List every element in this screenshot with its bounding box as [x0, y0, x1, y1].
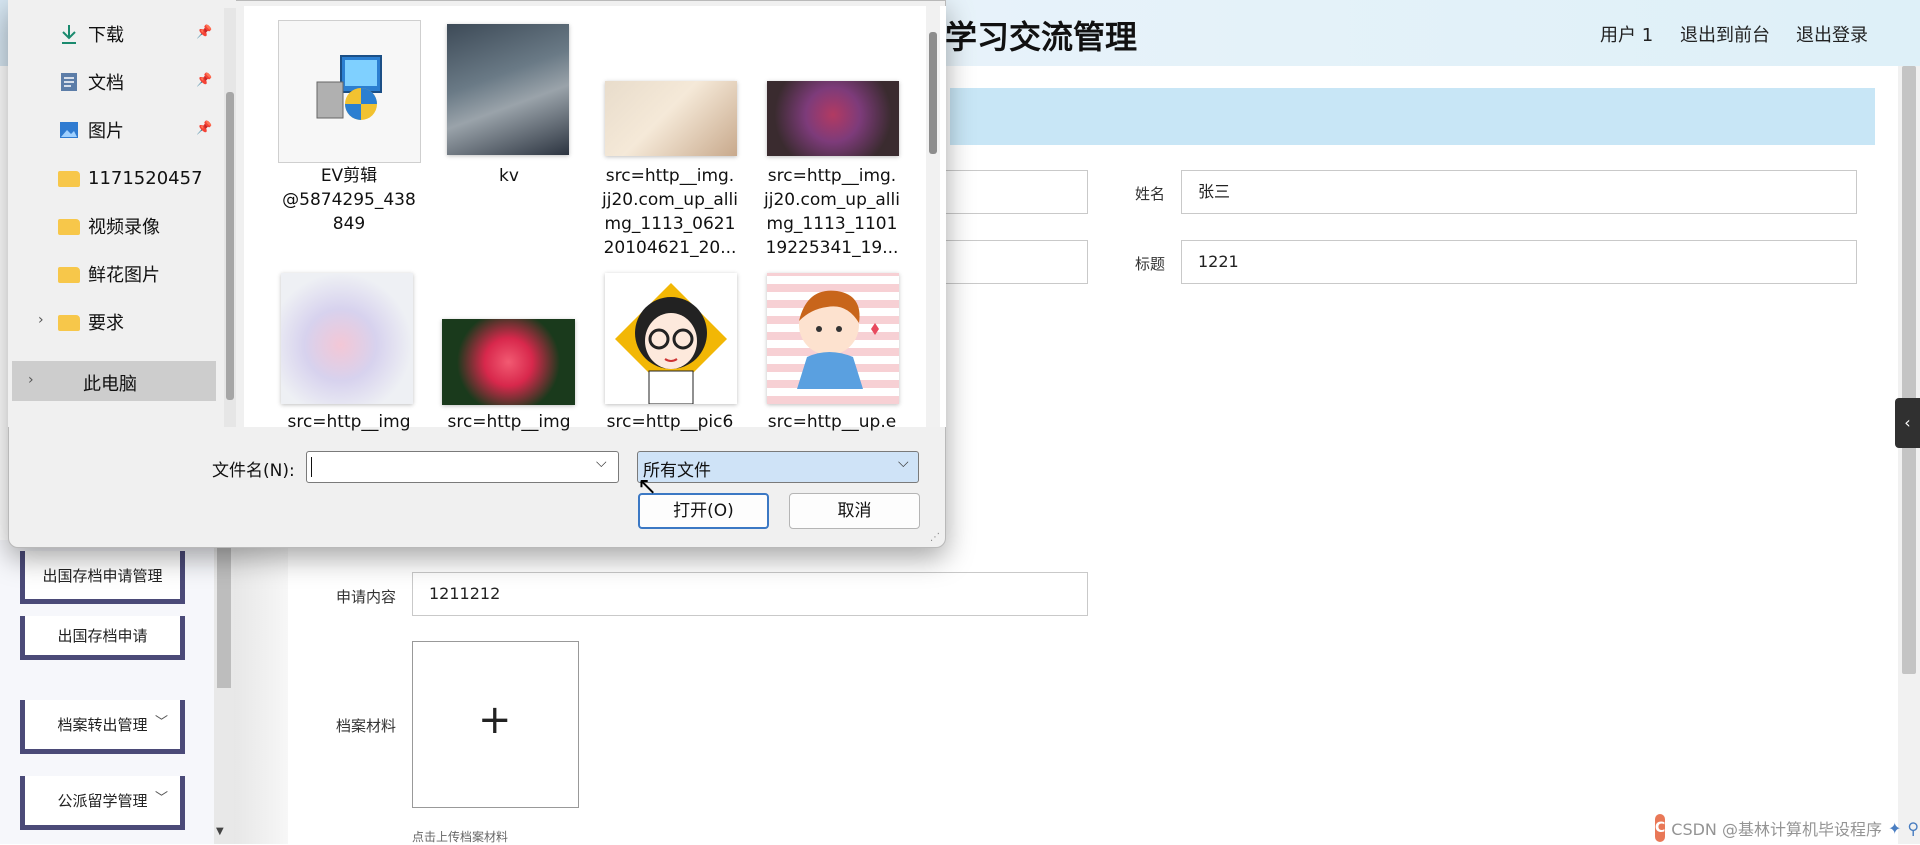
material-label: 档案材料: [336, 717, 397, 735]
folder-icon: [58, 219, 80, 235]
file-name[interactable]: kv: [436, 164, 582, 188]
file-name[interactable]: src=http__up.e: [759, 412, 905, 432]
title-label: 标题: [1135, 255, 1166, 273]
nav-item-label: 视频录像: [88, 217, 160, 238]
nav-item-folder[interactable]: 1171520457: [58, 163, 203, 193]
user-menu-link[interactable]: 用户 1: [1600, 21, 1653, 47]
watermark: C CSDN @基林计算机毕设程序 ✦⚲▦⊞: [1655, 812, 1920, 844]
download-icon: [62, 25, 76, 44]
file-name[interactable]: EV剪辑 @5874295_438 849: [276, 164, 422, 236]
this-pc-label: 此电脑: [83, 374, 137, 395]
plus-icon[interactable]: +: [478, 700, 512, 740]
watermark-text: CSDN @基林计算机毕设程序: [1671, 820, 1882, 839]
image-thumbnail[interactable]: [605, 273, 737, 405]
nav-item-label: 要求: [88, 313, 124, 334]
partial-field[interactable]: [940, 240, 1088, 284]
sidebar-scrollbar-thumb[interactable]: [217, 540, 231, 688]
mouse-cursor-icon: ↖: [637, 472, 658, 500]
nav-item-pictures[interactable]: 图片: [58, 115, 124, 145]
file-name[interactable]: src=http__img. jj20.com_up_alli mg_1113_…: [597, 164, 743, 260]
pictures-icon: [60, 122, 78, 138]
folder-icon: [58, 267, 80, 283]
file-list-scrollbar-thumb[interactable]: [929, 32, 937, 154]
nav-item-folder[interactable]: 要求: [58, 307, 124, 337]
sidebar-item-archive-apply[interactable]: 出国存档申请: [20, 616, 185, 660]
sidebar-item-label: 档案转出管理: [57, 716, 148, 734]
folder-icon: [58, 171, 80, 187]
pin-icon[interactable]: 📌: [196, 73, 212, 88]
name-field[interactable]: 张三: [1181, 170, 1857, 214]
page-title: 学习交流管理: [945, 18, 1138, 56]
nav-item-folder[interactable]: 鲜花图片: [58, 259, 160, 289]
content-label: 申请内容: [336, 588, 397, 606]
sidebar-item-archive-apply-management[interactable]: 出国存档申请管理: [20, 551, 185, 604]
document-icon: [61, 73, 77, 91]
image-thumbnail[interactable]: [447, 24, 569, 155]
sidebar-item-label: 出国存档申请管理: [42, 566, 163, 585]
csdn-logo-icon: C: [1655, 814, 1666, 842]
sidebar-item-label: 公派留学管理: [57, 792, 148, 810]
chevron-down-icon: ﹀: [154, 715, 168, 730]
nav-item-label: 下载: [88, 25, 124, 46]
filename-input[interactable]: [306, 451, 619, 483]
installer-icon: [316, 55, 382, 120]
chevron-down-icon[interactable]: ⌵: [596, 455, 607, 471]
scroll-down-arrow-icon[interactable]: ▼: [216, 826, 224, 837]
text-caret: [311, 457, 312, 477]
content-field[interactable]: 1211212: [412, 572, 1088, 616]
image-thumbnail[interactable]: [281, 273, 413, 404]
folder-icon: [58, 315, 80, 331]
form-header-band: [950, 88, 1875, 145]
name-label: 姓名: [1135, 185, 1166, 203]
collapse-panel-handle[interactable]: ‹: [1895, 398, 1920, 448]
open-button[interactable]: 打开(O): [638, 493, 769, 529]
file-name[interactable]: src=http__img. jj20.com_up_alli mg_1113_…: [759, 164, 905, 260]
image-thumbnail[interactable]: [605, 81, 737, 156]
nav-scrollbar-thumb[interactable]: [226, 92, 234, 400]
pin-icon[interactable]: 📌: [196, 25, 212, 40]
cancel-button[interactable]: 取消: [789, 493, 920, 529]
logout-link[interactable]: 退出登录: [1796, 21, 1868, 47]
nav-item-label: 图片: [88, 121, 124, 142]
cartoon-avatar-icon: [615, 283, 727, 405]
chevron-down-icon[interactable]: ⌵: [898, 455, 909, 471]
upload-hint: 点击上传档案材料: [412, 830, 509, 844]
resize-grip-icon[interactable]: ⋰: [930, 532, 940, 543]
file-name[interactable]: src=http__img: [436, 412, 582, 432]
exit-to-front-link[interactable]: 退出到前台: [1680, 21, 1770, 47]
nav-item-label: 鲜花图片: [88, 265, 160, 286]
image-thumbnail[interactable]: [767, 81, 899, 156]
image-thumbnail[interactable]: [442, 319, 575, 405]
cartoon-boy-icon: [797, 290, 879, 389]
file-name[interactable]: src=http__pic6: [597, 412, 743, 432]
page-scrollbar-thumb[interactable]: [1902, 66, 1916, 674]
sidebar-item-archive-transfer[interactable]: 档案转出管理 ﹀: [20, 700, 185, 754]
nav-item-folder[interactable]: 视频录像: [58, 211, 160, 241]
chevron-down-icon: ﹀: [154, 791, 168, 806]
pin-icon[interactable]: 📌: [196, 121, 212, 136]
sidebar-item-label: 出国存档申请: [57, 627, 148, 645]
filename-label: 文件名(N):: [212, 461, 295, 481]
sidebar-item-study-abroad[interactable]: 公派留学管理 ﹀: [20, 776, 185, 830]
nav-item-label: 1171520457: [88, 167, 203, 189]
taskbar-icons: ✦⚲▦⊞: [1888, 818, 1920, 838]
nav-item-documents[interactable]: 文档: [58, 67, 124, 97]
partial-field[interactable]: [940, 170, 1088, 214]
title-field[interactable]: 1221: [1181, 240, 1857, 284]
expand-chevron-icon[interactable]: ›: [38, 312, 44, 328]
nav-item-label: 文档: [88, 73, 124, 94]
expand-chevron-icon[interactable]: ›: [28, 372, 34, 388]
file-name[interactable]: src=http__img: [276, 412, 422, 432]
image-thumbnail[interactable]: [767, 273, 899, 404]
nav-item-downloads[interactable]: 下载: [58, 19, 124, 49]
